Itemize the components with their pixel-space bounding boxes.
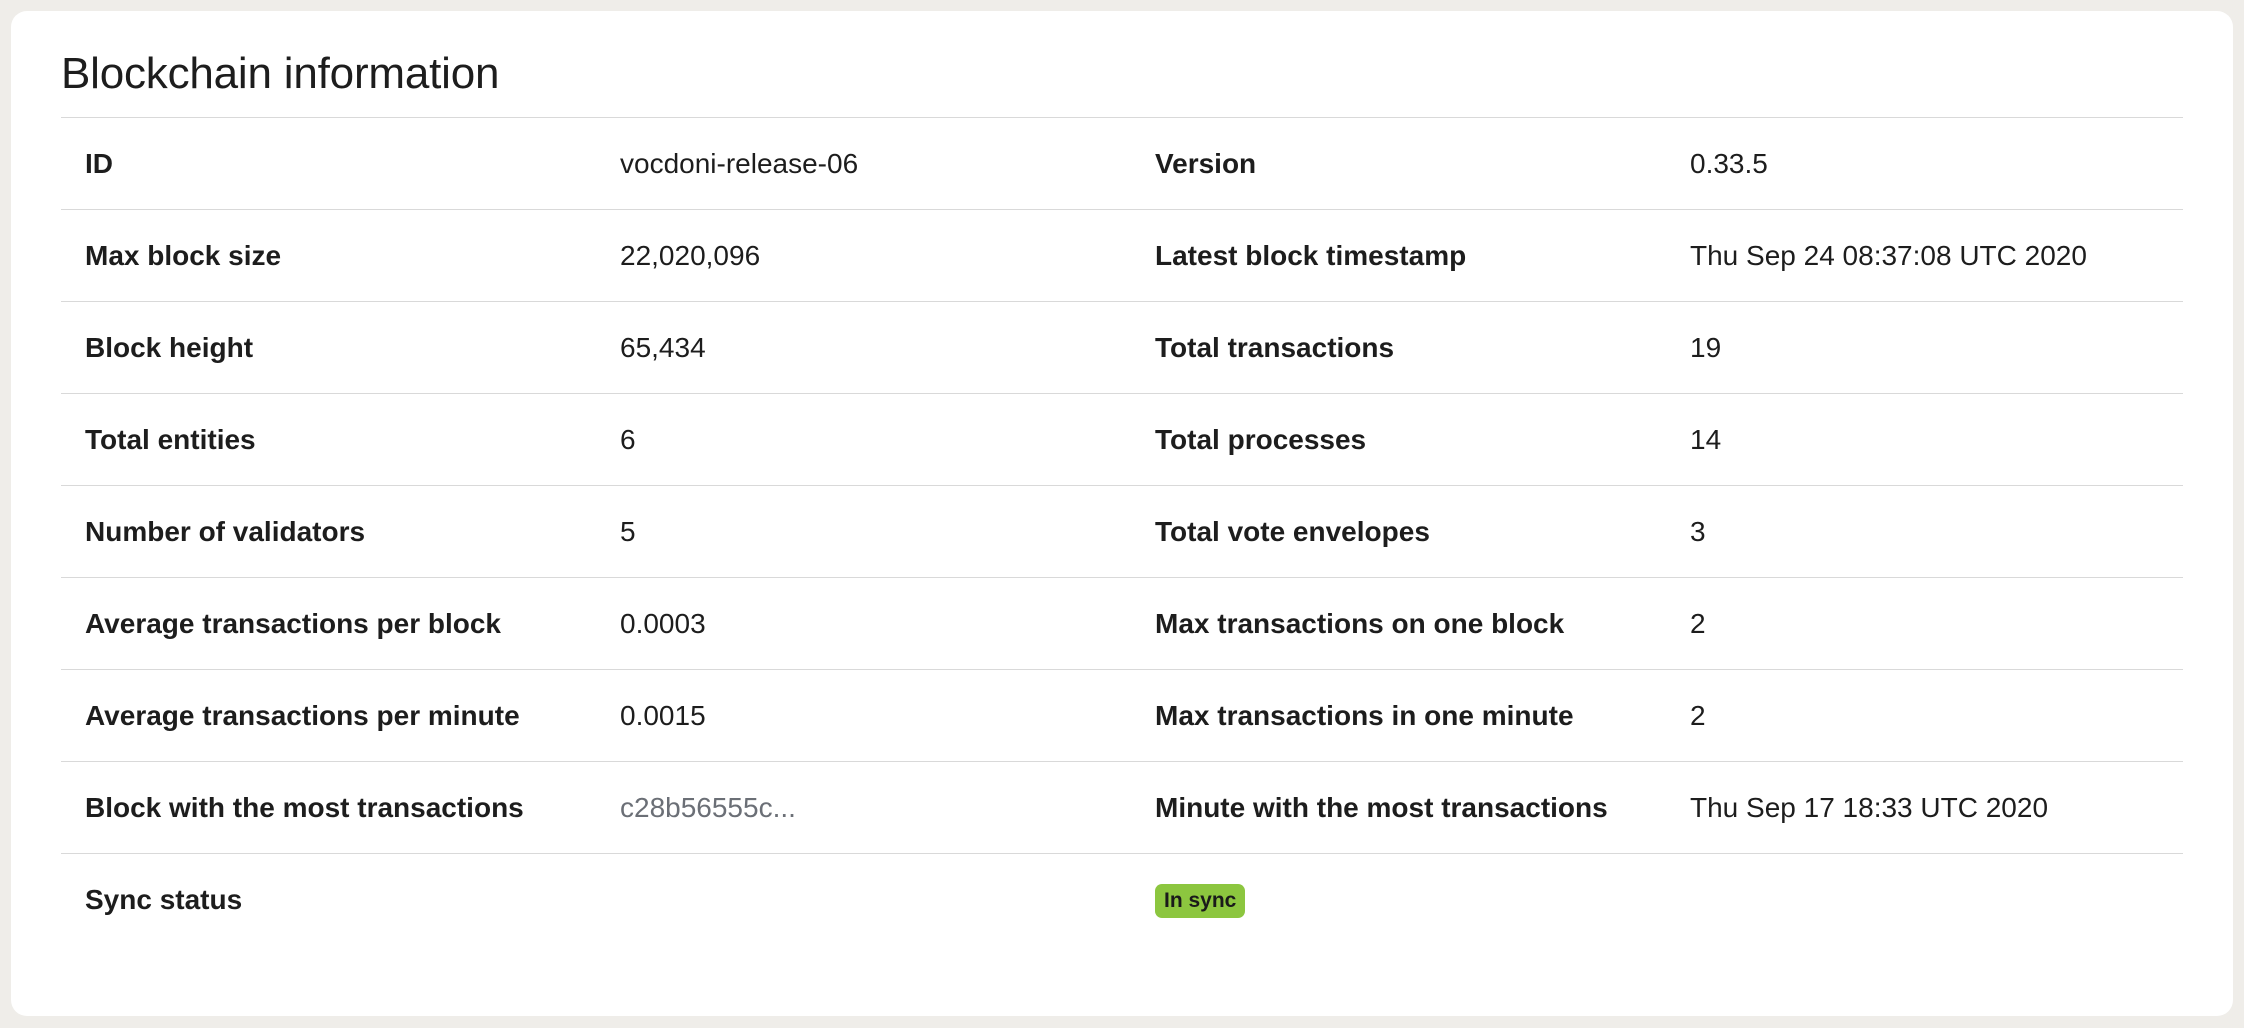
table-row: Average transactions per minute 0.0015 M… xyxy=(61,669,2183,762)
avg-transactions-per-block-value: 0.0003 xyxy=(596,577,1131,670)
avg-transactions-per-minute-value: 0.0015 xyxy=(596,669,1131,762)
block-height-label: Block height xyxy=(61,301,596,394)
table-row: Total entities 6 Total processes 14 xyxy=(61,393,2183,486)
sync-status-cell: In sync xyxy=(1131,854,1666,946)
table-row: Max block size 22,020,096 Latest block t… xyxy=(61,209,2183,302)
total-vote-envelopes-value: 3 xyxy=(1666,485,2183,578)
max-transactions-one-minute-label: Max transactions in one minute xyxy=(1131,669,1666,762)
sync-status-badge: In sync xyxy=(1155,883,1246,918)
avg-transactions-per-block-label: Average transactions per block xyxy=(61,577,596,670)
sync-status-spacer xyxy=(596,854,1131,946)
id-label: ID xyxy=(61,117,596,210)
total-transactions-value: 19 xyxy=(1666,301,2183,394)
table-row: Sync status In sync xyxy=(61,854,2183,946)
sync-status-empty xyxy=(1666,854,2183,946)
max-transactions-one-block-label: Max transactions on one block xyxy=(1131,577,1666,670)
number-of-validators-label: Number of validators xyxy=(61,485,596,578)
card-title: Blockchain information xyxy=(61,49,500,98)
total-transactions-label: Total transactions xyxy=(1131,301,1666,394)
total-processes-value: 14 xyxy=(1666,393,2183,486)
blockchain-info-table: ID vocdoni-release-06 Version 0.33.5 Max… xyxy=(61,117,2183,946)
max-block-size-value: 22,020,096 xyxy=(596,209,1131,302)
id-value: vocdoni-release-06 xyxy=(596,117,1131,210)
total-entities-value: 6 xyxy=(596,393,1131,486)
minute-most-transactions-value: Thu Sep 17 18:33 UTC 2020 xyxy=(1666,761,2183,854)
max-transactions-one-minute-value: 2 xyxy=(1666,669,2183,762)
avg-transactions-per-minute-label: Average transactions per minute xyxy=(61,669,596,762)
latest-block-timestamp-label: Latest block timestamp xyxy=(1131,209,1666,302)
max-block-size-label: Max block size xyxy=(61,209,596,302)
total-processes-label: Total processes xyxy=(1131,393,1666,486)
table-row: ID vocdoni-release-06 Version 0.33.5 xyxy=(61,117,2183,210)
minute-most-transactions-label: Minute with the most transactions xyxy=(1131,761,1666,854)
block-most-transactions-link[interactable]: c28b56555c... xyxy=(596,761,1131,854)
table-row: Block height 65,434 Total transactions 1… xyxy=(61,301,2183,394)
table-row: Number of validators 5 Total vote envelo… xyxy=(61,485,2183,578)
sync-status-label: Sync status xyxy=(85,883,243,915)
total-vote-envelopes-label: Total vote envelopes xyxy=(1131,485,1666,578)
latest-block-timestamp-value: Thu Sep 24 08:37:08 UTC 2020 xyxy=(1666,209,2183,302)
total-entities-label: Total entities xyxy=(61,393,596,486)
blockchain-info-card: Blockchain information ID vocdoni-releas… xyxy=(11,11,2233,1016)
version-value: 0.33.5 xyxy=(1666,117,2183,210)
version-label: Version xyxy=(1131,117,1666,210)
number-of-validators-value: 5 xyxy=(596,485,1131,578)
table-row: Block with the most transactions c28b565… xyxy=(61,761,2183,854)
block-most-transactions-label: Block with the most transactions xyxy=(61,761,596,854)
max-transactions-one-block-value: 2 xyxy=(1666,577,2183,670)
table-row: Average transactions per block 0.0003 Ma… xyxy=(61,577,2183,670)
block-height-value: 65,434 xyxy=(596,301,1131,394)
